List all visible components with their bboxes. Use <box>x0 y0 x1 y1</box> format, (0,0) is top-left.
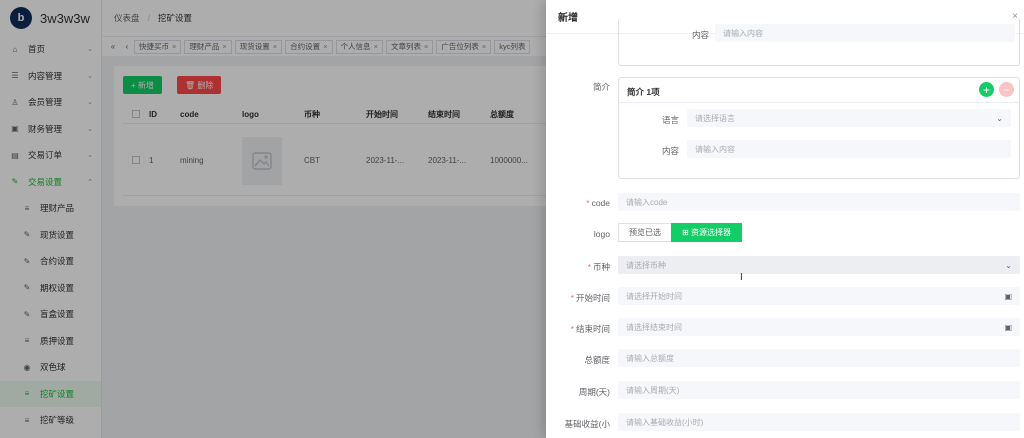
end-time-picker[interactable]: 请选择结束时间 ▣ <box>618 318 1020 336</box>
intro-label: 简介 <box>592 82 610 92</box>
text-cursor-icon: I <box>740 272 743 283</box>
intro-content-input[interactable]: 请输入内容 <box>687 140 1011 158</box>
logo-label: logo <box>593 229 610 239</box>
content-label: 内容 <box>691 30 709 40</box>
add-drawer: 新增 × 内容 请输入内容 简介 简介 1项 + − 语言 请选择语言 ⌄ 内容… <box>546 0 1024 438</box>
total-input[interactable]: 请输入总额度 <box>618 349 1020 367</box>
end-time-placeholder: 请选择结束时间 <box>626 322 682 332</box>
calendar-icon: ▣ <box>1004 291 1012 301</box>
language-select[interactable]: 请选择语言 ⌄ <box>687 109 1011 127</box>
intro-box: 简介 1项 + − 语言 请选择语言 ⌄ 内容 请输入内容 <box>618 77 1020 179</box>
remove-circle-icon[interactable]: − <box>999 82 1014 97</box>
language-label: 语言 <box>661 115 679 125</box>
required-mark: * <box>587 262 591 272</box>
period-input[interactable]: 请输入周期(天) <box>618 381 1020 399</box>
total-label: 总额度 <box>584 355 610 365</box>
intro-content-label: 内容 <box>661 146 679 156</box>
base-income-label: 基础收益(小 <box>564 419 610 429</box>
period-label: 周期(天) <box>578 387 610 397</box>
end-time-label-text: 结束时间 <box>575 324 610 334</box>
required-mark: * <box>586 198 590 208</box>
currency-label: * 币种 <box>546 261 610 273</box>
code-label: * code <box>546 198 610 208</box>
base-income-input[interactable]: 请输入基础收益(小时) <box>618 413 1020 431</box>
chevron-down-icon: ⌄ <box>1005 260 1012 270</box>
currency-placeholder: 请选择币种 <box>626 260 666 270</box>
code-input[interactable]: 请输入code <box>618 193 1020 211</box>
end-time-label: * 结束时间 <box>546 323 610 335</box>
content-box-top: 内容 请输入内容 <box>618 18 1020 66</box>
chevron-down-icon: ⌄ <box>996 113 1003 123</box>
content-input[interactable]: 请输入内容 <box>715 24 1015 42</box>
required-mark: * <box>570 324 574 334</box>
language-placeholder: 请选择语言 <box>695 113 735 123</box>
intro-header: 简介 1项 <box>627 87 660 97</box>
currency-select[interactable]: 请选择币种 ⌄ <box>618 256 1020 274</box>
code-label-text: code <box>591 198 610 208</box>
preview-selected-button[interactable]: 预览已选 <box>618 223 672 242</box>
drawer-title: 新增 <box>558 13 578 24</box>
intro-divider <box>619 102 1019 103</box>
calendar-icon: ▣ <box>1004 322 1012 332</box>
required-mark: * <box>570 293 574 303</box>
add-circle-icon[interactable]: + <box>979 82 994 97</box>
start-time-picker[interactable]: 请选择开始时间 ▣ <box>618 287 1020 305</box>
start-time-label-text: 开始时间 <box>575 293 610 303</box>
currency-label-text: 币种 <box>592 262 610 272</box>
start-time-placeholder: 请选择开始时间 <box>626 291 682 301</box>
start-time-label: * 开始时间 <box>546 292 610 304</box>
resource-picker-button[interactable]: ⊞ 资源选择器 <box>671 223 742 242</box>
